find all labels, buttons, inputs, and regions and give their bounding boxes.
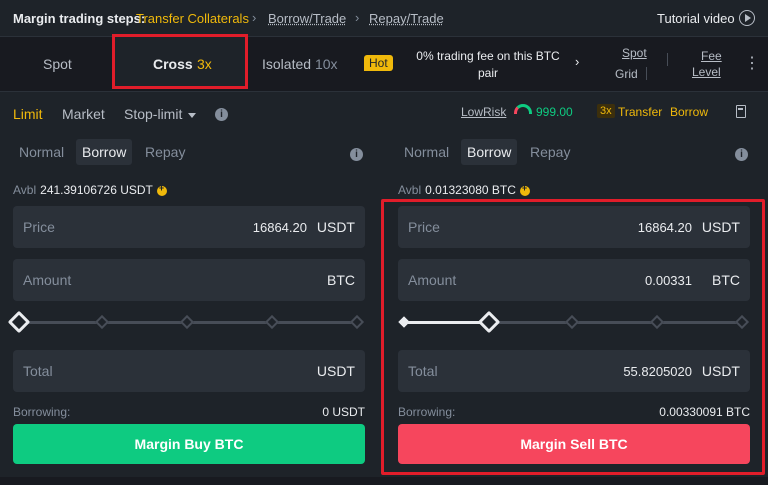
transfer-link[interactable]: Transfer — [618, 105, 662, 119]
price-label: Price — [23, 219, 55, 235]
chevron-right-icon: › — [355, 10, 360, 25]
risk-level-link[interactable]: LowRisk — [461, 105, 506, 119]
info-icon[interactable]: i — [350, 148, 363, 161]
tab-cross-multiplier: 3x — [197, 56, 212, 72]
avbl-value: 241.39106726 USDT — [40, 183, 153, 197]
avbl-value: 0.01323080 BTC — [425, 183, 516, 197]
chevron-right-icon: › — [252, 10, 257, 25]
spot-grid-link-line2[interactable]: Grid — [615, 67, 638, 81]
step-transfer-collaterals[interactable]: Transfer Collaterals — [136, 11, 249, 26]
avbl-label: Avbl — [13, 183, 37, 197]
slider-step-50[interactable] — [179, 314, 195, 330]
buy-mode-toggle: Normal Borrow Repay i — [13, 137, 368, 167]
buy-mode-repay[interactable]: Repay — [145, 144, 185, 160]
tab-isolated-label: Isolated — [262, 56, 312, 72]
highlight-box — [381, 199, 765, 475]
tutorial-video-link[interactable]: Tutorial video — [657, 11, 735, 26]
slider-step-75[interactable] — [264, 314, 280, 330]
order-type-limit[interactable]: Limit — [13, 106, 43, 122]
slider-step-100[interactable] — [349, 314, 365, 330]
steps-label: Margin trading steps: — [13, 11, 146, 26]
stop-limit-label: Stop-limit — [124, 106, 183, 122]
buy-total-field[interactable]: Total USDT — [13, 350, 365, 392]
add-funds-icon[interactable] — [156, 183, 167, 196]
buy-mode-normal[interactable]: Normal — [19, 144, 64, 160]
step-repay-trade[interactable]: Repay/Trade — [369, 11, 444, 26]
buy-amount-field[interactable]: Amount BTC — [13, 259, 365, 301]
spot-grid-link-line1[interactable]: Spot — [622, 46, 647, 60]
divider — [646, 67, 647, 80]
order-type-stop-limit[interactable]: Stop-limit — [124, 106, 197, 122]
price-unit: USDT — [316, 219, 355, 235]
buy-available: Avbl 241.39106726 USDT — [13, 183, 167, 197]
step-borrow-trade[interactable]: Borrow/Trade — [268, 11, 346, 26]
caret-down-icon — [188, 112, 197, 118]
chevron-right-icon[interactable]: › — [575, 54, 579, 69]
play-icon[interactable] — [739, 10, 755, 26]
tab-isolated-multiplier: 10x — [314, 56, 338, 72]
buy-price-field[interactable]: Price 16864.20 USDT — [13, 206, 365, 248]
divider — [667, 53, 668, 66]
buy-mode-borrow[interactable]: Borrow — [76, 139, 133, 165]
total-label: Total — [23, 363, 53, 379]
sell-available: Avbl 0.01323080 BTC — [398, 183, 530, 197]
total-unit: USDT — [316, 363, 355, 379]
buy-panel: Normal Borrow Repay i Avbl 241.39106726 U… — [7, 137, 368, 464]
sell-mode-toggle: Normal Borrow Repay i — [398, 137, 753, 167]
calculator-icon[interactable] — [736, 105, 746, 118]
borrowing-label: Borrowing: — [13, 405, 71, 419]
slider-step-25[interactable] — [94, 314, 110, 330]
sell-mode-repay[interactable]: Repay — [530, 144, 570, 160]
amount-label: Amount — [23, 272, 72, 288]
sell-mode-borrow[interactable]: Borrow — [461, 139, 518, 165]
borrowing-value: 0 USDT — [322, 405, 365, 419]
tab-isolated[interactable]: Isolated 10x — [262, 56, 338, 72]
tab-spot[interactable]: Spot — [43, 56, 72, 72]
fee-level-link-line2[interactable]: Level — [692, 65, 721, 79]
sell-panel: Normal Borrow Repay i Avbl 0.01323080 BTC… — [398, 137, 753, 464]
buy-borrowing: Borrowing: 0 USDT — [13, 405, 365, 419]
order-type-market[interactable]: Market — [62, 106, 105, 122]
margin-buy-button[interactable]: Margin Buy BTC — [13, 424, 365, 464]
info-icon[interactable]: i — [735, 148, 748, 161]
leverage-badge: 3x — [597, 104, 615, 118]
info-icon[interactable]: i — [215, 108, 228, 121]
add-funds-icon[interactable] — [519, 183, 530, 196]
slider-handle[interactable] — [7, 310, 31, 334]
margin-steps-bar: Margin trading steps: Transfer Collatera… — [0, 0, 768, 37]
buy-amount-slider[interactable] — [7, 310, 365, 334]
hot-badge: Hot — [364, 55, 393, 71]
borrow-link[interactable]: Borrow — [670, 105, 708, 119]
price-value[interactable]: 16864.20 — [253, 220, 307, 235]
tab-cross-label: Cross — [153, 56, 193, 72]
fee-level-link-line1[interactable]: Fee — [701, 49, 722, 63]
margin-level-value: 999.00 — [536, 105, 573, 119]
margin-mode-tabs: Spot Cross 3x Isolated 10x Hot 0% tradin… — [0, 34, 768, 92]
bottom-divider — [0, 477, 768, 485]
amount-unit: BTC — [327, 272, 355, 288]
promo-text[interactable]: 0% trading fee on this BTC pair — [413, 48, 563, 82]
tab-cross[interactable]: Cross 3x — [112, 34, 248, 89]
avbl-label: Avbl — [398, 183, 422, 197]
sell-mode-normal[interactable]: Normal — [404, 144, 449, 160]
more-options-icon[interactable]: ⋮ — [744, 53, 760, 73]
